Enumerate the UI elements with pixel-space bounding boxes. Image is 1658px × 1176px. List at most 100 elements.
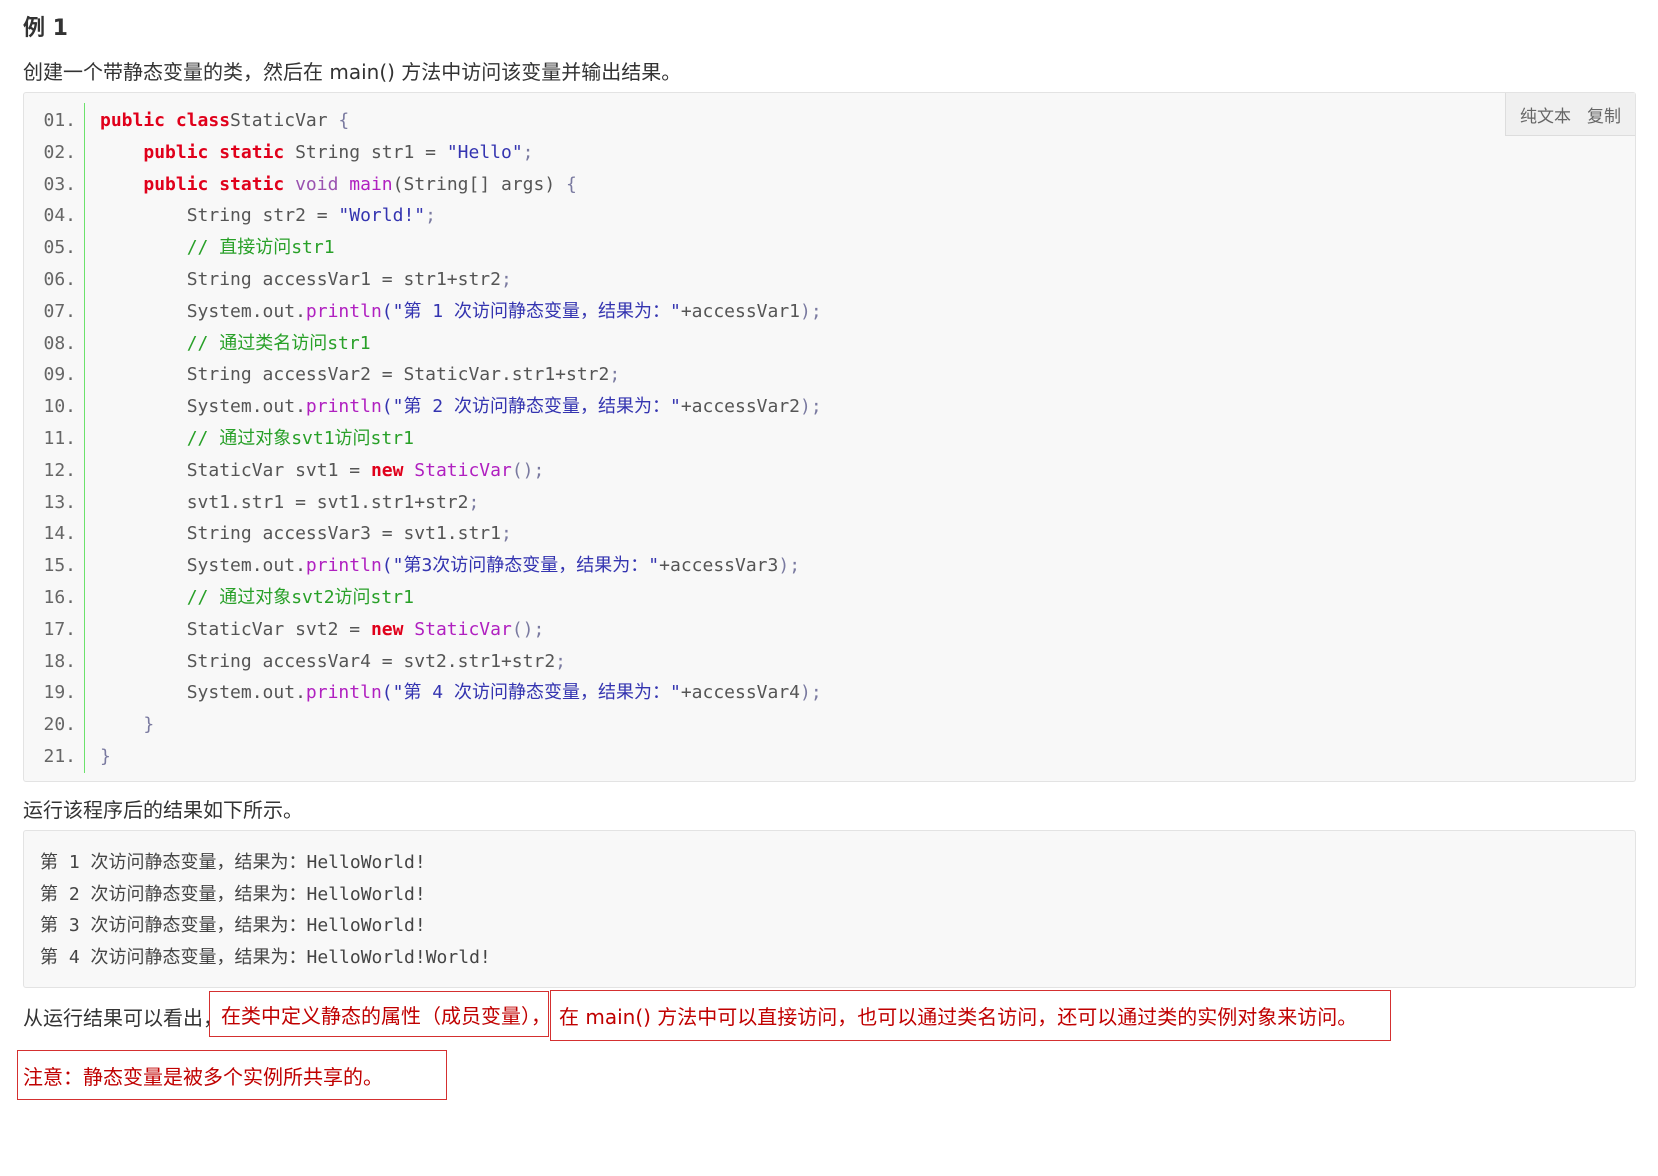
code-token: String accessVar2 = StaticVar.str1+str2 — [186, 364, 610, 386]
example-heading: 例 1 — [23, 16, 68, 41]
highlight-text-static-attribute: 在类中定义静态的属性（成员变量）， — [221, 1003, 551, 1028]
code-block: 纯文本 复制 01. public classStaticVar {02. pub… — [23, 92, 1636, 782]
output-line: 第 1 次访问静态变量，结果为：HelloWorld! — [40, 852, 426, 873]
output-lines: 第 1 次访问静态变量，结果为：HelloWorld! 第 2 次访问静态变量，结… — [40, 847, 1619, 973]
code-token: StaticVar — [403, 618, 512, 640]
code-line: 14. String accessVar3 = svt1.str1; — [24, 518, 822, 550]
code-token: public class — [100, 110, 231, 131]
code-token: ("第 2 次访问静态变量，结果为：" — [381, 396, 681, 418]
note-text: 注意：静态变量是被多个实例所共享的。 — [23, 1064, 383, 1089]
code-token: void — [284, 173, 350, 195]
code-token: } — [100, 745, 111, 767]
intro-text: 创建一个带静态变量的类，然后在 main() 方法中访问该变量并输出结果。 — [23, 60, 682, 84]
code-token: ; — [555, 650, 567, 672]
code-token: +accessVar2 — [680, 396, 801, 418]
output-line: 第 4 次访问静态变量，结果为：HelloWorld!World! — [40, 946, 491, 968]
code-line: 11. // 通过对象svt1访问str1 — [24, 423, 822, 455]
code-token: println — [305, 682, 382, 704]
code-token: ; — [500, 523, 512, 545]
code-token: ); — [800, 682, 822, 704]
code-token: ; — [425, 205, 436, 227]
code-line: 12. StaticVar svt1 = new StaticVar(); — [24, 455, 822, 487]
line-number: 18. — [43, 650, 76, 672]
output-line: 第 2 次访问静态变量，结果为：HelloWorld! — [40, 883, 426, 905]
code-token: System.out. — [186, 555, 306, 577]
code-token: // 通过类名访问str1 — [186, 332, 371, 354]
code-token: ; — [522, 141, 534, 163]
code-token: String accessVar3 = svt1.str1 — [186, 523, 501, 545]
code-token: System.out. — [186, 682, 306, 704]
conclusion-prefix: 从运行结果可以看出， — [23, 1006, 223, 1030]
line-number: 08. — [43, 332, 76, 354]
line-number: 02. — [43, 141, 76, 163]
code-token: +accessVar4 — [680, 682, 801, 704]
code-token: new — [370, 459, 404, 481]
code-lines: 01. public classStaticVar {02. public sta… — [24, 105, 822, 773]
line-number: 07. — [43, 300, 76, 322]
code-token: String str1 = — [284, 141, 447, 163]
code-token: // 通过对象svt2访问str1 — [186, 586, 414, 608]
code-token: System.out. — [186, 300, 306, 322]
code-line: 07. System.out.println("第 1 次访问静态变量，结果为：… — [24, 296, 822, 328]
code-token: println — [305, 300, 382, 322]
code-line: 15. System.out.println("第3次访问静态变量，结果为："+… — [24, 550, 822, 582]
line-number: 05. — [43, 237, 76, 259]
code-token: +accessVar3 — [659, 555, 779, 577]
line-number: 13. — [43, 491, 76, 513]
code-line: 16. // 通过对象svt2访问str1 — [24, 582, 822, 614]
output-line: 第 3 次访问静态变量，结果为：HelloWorld! — [40, 915, 426, 936]
code-token: (); — [511, 459, 545, 481]
code-token: ); — [778, 555, 801, 577]
code-token: ); — [800, 300, 822, 322]
line-number: 03. — [43, 173, 76, 195]
line-number: 16. — [43, 586, 76, 608]
line-number: 21. — [43, 745, 76, 767]
code-token: StaticVar svt1 = — [186, 459, 371, 481]
code-token: println — [305, 396, 382, 418]
code-token: { — [338, 110, 350, 131]
code-token: StaticVar — [403, 459, 512, 481]
line-number: 06. — [43, 268, 76, 290]
plain-text-button[interactable]: 纯文本 — [1520, 102, 1571, 127]
code-token: new — [370, 618, 404, 640]
code-line: 18. String accessVar4 = svt2.str1+str2; — [24, 646, 822, 678]
code-token: svt1.str1 = svt1.str1+str2 — [186, 491, 469, 513]
line-number: 20. — [43, 714, 76, 736]
code-token: // 直接访问str1 — [186, 237, 335, 259]
code-token: ("第3次访问静态变量，结果为：" — [381, 555, 660, 577]
code-line: 04. String str2 = "World!"; — [24, 200, 822, 232]
code-toolbar: 纯文本 复制 — [1505, 93, 1635, 136]
code-line: 21.} — [24, 741, 822, 773]
code-token: ("第 4 次访问静态变量，结果为：" — [381, 682, 681, 704]
note-box: 注意：静态变量是被多个实例所共享的。 — [17, 1050, 447, 1100]
code-token: StaticVar svt2 = — [186, 618, 371, 640]
code-token: StaticVar — [230, 110, 339, 131]
code-token: System.out. — [186, 396, 306, 418]
code-token: // 通过对象svt1访问str1 — [186, 427, 414, 449]
code-line: 06. String accessVar1 = str1+str2; — [24, 264, 822, 296]
line-number: 10. — [43, 396, 76, 418]
copy-button[interactable]: 复制 — [1587, 102, 1621, 127]
code-token: "Hello" — [446, 141, 523, 163]
line-number: 11. — [43, 427, 76, 449]
line-number: 19. — [43, 682, 76, 704]
code-token: (); — [511, 618, 545, 640]
result-intro-text: 运行该程序后的结果如下所示。 — [23, 798, 303, 822]
highlight-box-access-methods: 在 main() 方法中可以直接访问，也可以通过类名访问，还可以通过类的实例对象… — [550, 990, 1391, 1041]
code-line: 08. // 通过类名访问str1 — [24, 328, 822, 360]
code-line: 13. svt1.str1 = svt1.str1+str2; — [24, 487, 822, 519]
code-token: ; — [468, 491, 480, 513]
line-number: 17. — [43, 618, 76, 640]
